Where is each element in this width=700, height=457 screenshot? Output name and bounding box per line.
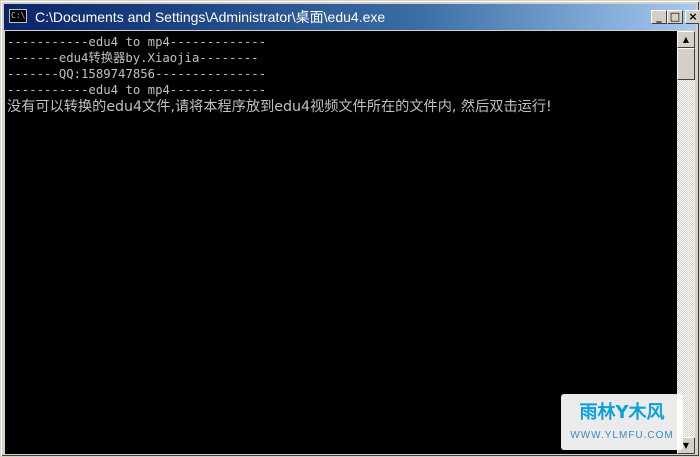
title-bar[interactable]: C:\ C:\Documents and Settings\Administra… [4,4,699,30]
watermark-logo: 雨林Y木风 WWW.YLMFU.COM [561,394,683,450]
watermark-main-text: 雨林Y木风 [579,402,665,423]
console-line: -----------edu4 to mp4------------- [7,35,267,49]
console-output[interactable]: -----------edu4 to mp4------------- ----… [5,31,677,454]
console-line: 没有可以转换的edu4文件,请将本程序放到edu4视频文件所在的文件内, 然后双… [7,99,552,115]
minimize-button[interactable]: _ [651,10,667,24]
console-window: C:\ C:\Documents and Settings\Administra… [0,0,700,457]
console-line: -----------edu4 to mp4------------- [7,83,267,97]
console-line: -------QQ:1589747856--------------- [7,67,267,81]
close-button[interactable]: × [685,10,699,24]
watermark-url: WWW.YLMFU.COM [570,430,674,441]
scroll-thumb[interactable] [677,48,695,80]
window-title: C:\Documents and Settings\Administrator\… [35,9,386,25]
scroll-up-icon[interactable]: ▲ [677,31,695,48]
vertical-scrollbar[interactable]: ▲ ▼ [677,31,695,454]
console-line: -------edu4转换器by.Xiaojia-------- [7,51,259,65]
maximize-button[interactable]: □ [667,10,683,24]
console-app-icon[interactable]: C:\ [9,9,27,23]
